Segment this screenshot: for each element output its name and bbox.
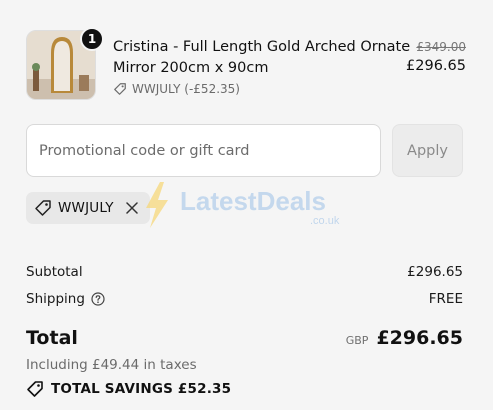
product-prices: £349.00 £296.65 — [406, 39, 466, 76]
tag-icon — [27, 381, 43, 397]
product-thumbnail-wrap: 1 — [26, 27, 104, 102]
applied-code-chip: WWJULY — [26, 192, 150, 224]
shipping-value: FREE — [428, 291, 463, 307]
total-row: Total GBP £296.65 — [26, 327, 463, 355]
shipping-label: Shipping — [26, 291, 85, 307]
total-label: Total — [26, 327, 78, 349]
subtotal-row: Subtotal £296.65 — [26, 262, 463, 282]
product-discount: WWJULY (-£52.35) — [113, 82, 413, 96]
currency-code: GBP — [345, 334, 369, 347]
discounted-price: £296.65 — [406, 58, 466, 74]
subtotal-value: £296.65 — [407, 264, 463, 280]
help-icon[interactable] — [91, 292, 105, 306]
tag-icon — [114, 83, 126, 95]
order-line-item: 1 Cristina - Full Length Gold Arched Orn… — [26, 27, 466, 104]
watermark-domain: .co.uk — [310, 215, 340, 227]
watermark-brand: LatestDeals — [180, 186, 326, 216]
total-amount: GBP £296.65 — [346, 327, 463, 349]
apply-button[interactable]: Apply — [392, 124, 463, 177]
shipping-label-wrap: Shipping — [26, 291, 105, 307]
remove-code-button[interactable] — [124, 200, 140, 216]
promo-code-input[interactable] — [26, 124, 381, 177]
total-savings: TOTAL SAVINGS £52.35 — [26, 380, 231, 398]
tag-icon — [35, 200, 51, 216]
product-info: Cristina - Full Length Gold Arched Ornat… — [113, 37, 413, 96]
quantity-badge: 1 — [80, 27, 104, 51]
original-price: £349.00 — [416, 40, 466, 54]
total-value: £296.65 — [376, 327, 463, 349]
total-savings-label: TOTAL SAVINGS £52.35 — [51, 381, 232, 397]
latestdeals-watermark: LatestDeals .co.uk — [146, 182, 340, 228]
applied-code-label: WWJULY — [58, 200, 114, 216]
discount-code-label: WWJULY (-£52.35) — [132, 82, 240, 96]
shipping-row: Shipping FREE — [26, 289, 463, 309]
subtotal-label: Subtotal — [26, 264, 83, 280]
taxes-note: Including £49.44 in taxes — [26, 357, 197, 373]
close-icon — [125, 202, 138, 214]
product-name: Cristina - Full Length Gold Arched Ornat… — [113, 39, 411, 76]
